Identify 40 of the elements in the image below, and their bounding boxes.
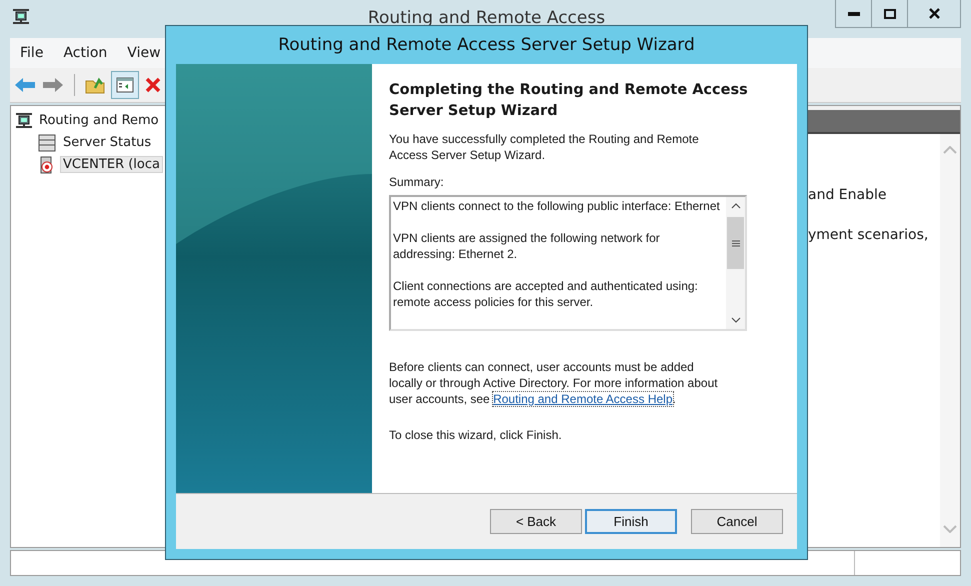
delete-icon[interactable]: [145, 76, 161, 93]
summary-text: Client connections are accepted and authenticated using: remote access policies for this server.: [393, 278, 699, 310]
dialog-title: Routing and Remote Access Server Setup Wizard: [277, 34, 696, 57]
close-icon: [928, 8, 940, 19]
menu-item[interactable]: File: [10, 44, 54, 61]
summary-label: Summary:: [389, 175, 445, 189]
description-text: yment scenarios,: [808, 226, 928, 243]
help-link[interactable]: Routing and Remote Access Help: [493, 392, 672, 406]
tree-item[interactable]: Routing and Remo: [37, 113, 161, 128]
summary-box[interactable]: [389, 195, 747, 331]
tree-item[interactable]: VCENTER (loca: [61, 157, 162, 172]
forward-arrow-icon[interactable]: [42, 76, 64, 93]
wizard-heading: Completing the Routing and Remote Access Server Setup Wizard: [389, 81, 749, 121]
server-stack-icon: [37, 134, 57, 152]
back-button[interactable]: < Back: [490, 509, 582, 534]
scrollbar-thumb[interactable]: [727, 217, 744, 269]
window-title: Routing and Remote Access: [368, 8, 606, 28]
finish-button[interactable]: Finish: [585, 509, 677, 534]
pane-icon: [116, 76, 134, 93]
chevron-up-icon[interactable]: [730, 203, 740, 209]
network-server-icon: [12, 8, 30, 26]
grip-icon: [732, 240, 740, 246]
back-arrow-icon[interactable]: [14, 76, 36, 93]
intro-text: You have successfully completed the Routing and Remote Access Server Setup Wizard.: [389, 131, 700, 163]
tree-item[interactable]: Server Status: [61, 135, 154, 150]
cancel-button[interactable]: Cancel: [691, 509, 783, 534]
menu-item[interactable]: Action: [53, 44, 118, 61]
maximize-icon: [884, 8, 896, 18]
chevron-up-icon: [943, 146, 957, 154]
minimize-icon: [848, 12, 860, 16]
show-pane-button[interactable]: [111, 70, 139, 99]
summary-text: VPN clients are assigned the following network for addressing: Ethernet 2.: [393, 230, 661, 262]
chevron-down-icon: [943, 525, 957, 534]
scrollbar[interactable]: [940, 134, 960, 548]
folder-up-icon[interactable]: [85, 76, 105, 94]
description-text: and Enable: [808, 186, 888, 203]
summary-text: VPN clients connect to the following public interface: Ethernet: [393, 198, 721, 214]
closing-text: To close this wizard, click Finish.: [389, 428, 563, 442]
chevron-down-icon[interactable]: [730, 317, 740, 323]
network-server-icon: [15, 112, 33, 130]
